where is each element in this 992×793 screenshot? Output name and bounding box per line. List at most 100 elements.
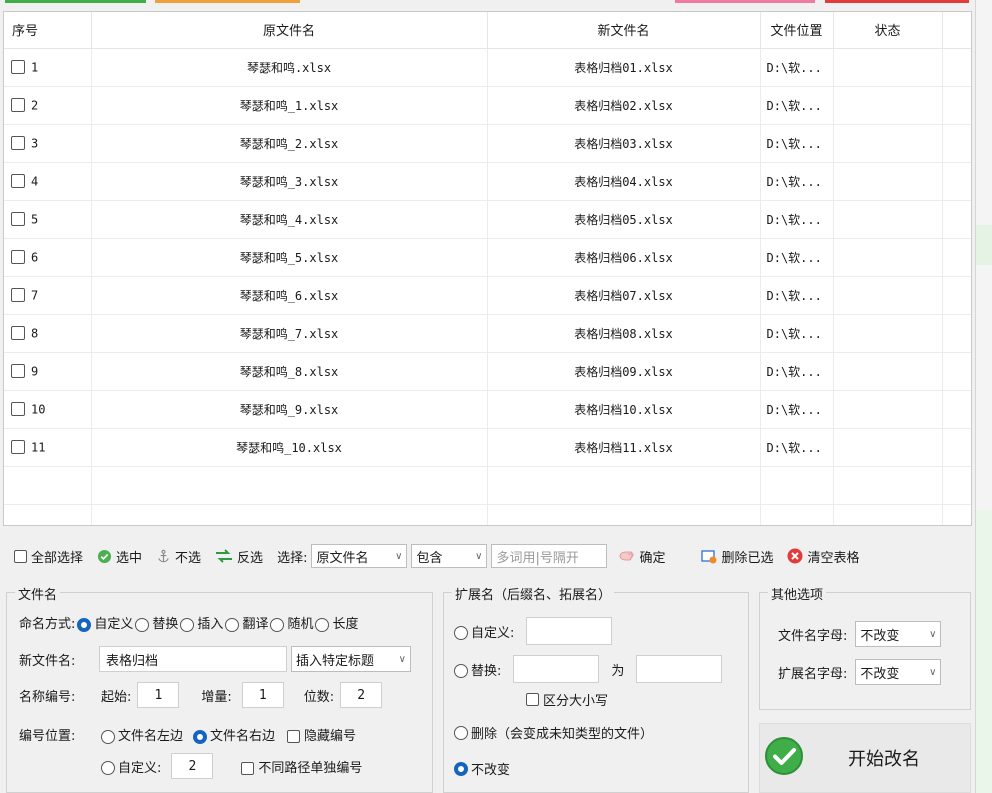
row-checkbox[interactable] — [11, 212, 25, 227]
row-index-cell[interactable]: 8 — [4, 314, 92, 353]
digits-input[interactable]: 2 — [340, 682, 383, 708]
insert-title-select[interactable]: 插入特定标题 ∨ — [291, 646, 411, 672]
row-checkbox[interactable] — [11, 174, 25, 189]
naming-mode-radio[interactable]: 长度 — [315, 617, 358, 632]
row-index: 3 — [31, 136, 39, 151]
ext-case-row: 扩展名字母: 不改变 ∨ — [778, 659, 942, 685]
clear-table-button[interactable]: 清空表格 — [787, 547, 860, 566]
row-index: 10 — [31, 402, 46, 417]
numbering-row: 名称编号: 起始: 1 增量: 1 位数: 2 — [19, 682, 383, 708]
status-cell — [833, 48, 943, 87]
case-sensitive-checkbox[interactable]: 区分大小写 — [526, 690, 608, 709]
delete-selected-button[interactable]: 删除已选 — [701, 547, 773, 566]
table-row[interactable]: 9 琴瑟和鸣_8.xlsx 表格归档09.xlsx D:\软... — [4, 352, 971, 391]
naming-mode-radio[interactable]: 插入 — [180, 617, 223, 632]
naming-mode-radio[interactable]: 翻译 — [225, 617, 268, 632]
row-index-cell[interactable]: 4 — [4, 162, 92, 201]
chevron-down-icon: ∨ — [395, 550, 403, 562]
check-circle-icon — [97, 549, 112, 564]
chevron-down-icon: ∨ — [475, 550, 483, 562]
ext-case-select[interactable]: 不改变 ∨ — [855, 659, 942, 685]
row-checkbox[interactable] — [11, 98, 25, 113]
table-row[interactable]: 10 琴瑟和鸣_9.xlsx 表格归档10.xlsx D:\软... — [4, 390, 971, 429]
table-row[interactable]: 7 琴瑟和鸣_6.xlsx 表格归档07.xlsx D:\软... — [4, 276, 971, 315]
ext-delete-radio[interactable]: 删除（会变成未知类型的文件） — [454, 723, 653, 742]
top-button-strip-pink[interactable] — [675, 0, 815, 3]
top-button-strip-green[interactable] — [5, 0, 146, 3]
table-row[interactable]: 5 琴瑟和鸣_4.xlsx 表格归档05.xlsx D:\软... — [4, 200, 971, 239]
row-checkbox[interactable] — [11, 402, 25, 417]
keyword-input[interactable]: 多词用|号隔开 — [491, 544, 608, 568]
row-checkbox[interactable] — [11, 326, 25, 341]
step-input[interactable]: 1 — [241, 682, 284, 708]
position-custom-input[interactable]: 2 — [171, 753, 214, 779]
hide-number-checkbox[interactable]: 隐藏编号 — [287, 725, 356, 744]
row-checkbox[interactable] — [11, 364, 25, 379]
naming-mode-radio[interactable]: 自定义 — [77, 617, 133, 632]
table-row[interactable]: 3 琴瑟和鸣_2.xlsx 表格归档03.xlsx D:\软... — [4, 124, 971, 163]
select-button[interactable]: 选中 — [97, 547, 142, 566]
select-all-checkbox[interactable]: 全部选择 — [14, 547, 83, 566]
row-checkbox[interactable] — [11, 288, 25, 303]
ext-custom-radio[interactable]: 自定义: — [454, 622, 514, 641]
table-row[interactable]: 2 琴瑟和鸣_1.xlsx 表格归档02.xlsx D:\软... — [4, 86, 971, 125]
table-row[interactable]: 6 琴瑟和鸣_5.xlsx 表格归档06.xlsx D:\软... — [4, 238, 971, 277]
row-index-cell[interactable]: 9 — [4, 352, 92, 391]
radio-circle — [454, 761, 468, 776]
column-header-status[interactable]: 状态 — [833, 12, 943, 49]
match-select[interactable]: 包含 ∨ — [411, 544, 488, 568]
row-index-cell[interactable]: 1 — [4, 48, 92, 87]
start-input[interactable]: 1 — [137, 682, 180, 708]
table-row[interactable]: 4 琴瑟和鸣_3.xlsx 表格归档04.xlsx D:\软... — [4, 162, 971, 201]
row-index-cell[interactable]: 7 — [4, 276, 92, 315]
location-cell: D:\软... — [760, 238, 834, 277]
original-name-cell: 琴瑟和鸣_7.xlsx — [91, 314, 488, 353]
row-index-cell[interactable]: 11 — [4, 428, 92, 467]
ext-replace-radio[interactable]: 替换: — [454, 660, 501, 679]
row-index-cell[interactable]: 2 — [4, 86, 92, 125]
ext-replace-from-input[interactable] — [513, 655, 600, 683]
separate-path-checkbox[interactable]: 不同路径单独编号 — [241, 757, 362, 776]
custom-position-row: 自定义: 2 不同路径单独编号 — [101, 753, 362, 779]
row-checkbox[interactable] — [11, 136, 25, 151]
column-header-location[interactable]: 文件位置 — [760, 12, 834, 49]
naming-mode-radio[interactable]: 替换 — [135, 617, 178, 632]
radio-circle — [135, 617, 150, 632]
original-name-cell: 琴瑟和鸣_5.xlsx — [91, 238, 488, 277]
naming-mode-radio[interactable]: 随机 — [270, 617, 313, 632]
column-header-blank — [942, 12, 971, 49]
naming-mode-row: 命名方式: 自定义 替换 插入 翻译 随机 长度 — [19, 613, 360, 632]
table-row[interactable]: 1 琴瑟和鸣.xlsx 表格归档01.xlsx D:\软... — [4, 48, 971, 87]
row-checkbox[interactable] — [11, 60, 25, 75]
table-row[interactable]: 11 琴瑟和鸣_10.xlsx 表格归档11.xlsx D:\软... — [4, 428, 971, 467]
filename-case-select[interactable]: 不改变 ∨ — [855, 621, 942, 647]
position-left-radio[interactable]: 文件名左边 — [101, 725, 183, 744]
row-index-cell[interactable]: 6 — [4, 238, 92, 277]
top-button-strip-red[interactable] — [825, 0, 969, 3]
confirm-button[interactable]: 确定 — [619, 547, 665, 566]
row-index-cell[interactable]: 3 — [4, 124, 92, 163]
ext-replace-to-input[interactable] — [636, 655, 723, 683]
invert-button[interactable]: 反选 — [215, 547, 263, 566]
ext-custom-input[interactable] — [526, 617, 613, 645]
position-custom-radio[interactable]: 自定义: — [101, 757, 161, 776]
row-index-cell[interactable]: 5 — [4, 200, 92, 239]
column-header-original-name[interactable]: 原文件名 — [91, 12, 488, 49]
row-checkbox[interactable] — [11, 250, 25, 265]
table-row[interactable]: 8 琴瑟和鸣_7.xlsx 表格归档08.xlsx D:\软... — [4, 314, 971, 353]
checkbox-box — [14, 549, 27, 563]
radio-circle — [454, 626, 468, 640]
start-rename-button[interactable]: 开始改名 — [759, 723, 971, 793]
naming-mode-label: 命名方式: — [19, 617, 76, 632]
ext-unchanged-radio[interactable]: 不改变 — [454, 759, 510, 778]
deselect-button[interactable]: 不选 — [156, 547, 201, 566]
column-header-index[interactable]: 序号 — [4, 12, 92, 49]
anchor-icon — [156, 549, 171, 564]
position-right-radio[interactable]: 文件名右边 — [193, 725, 275, 744]
column-header-new-name[interactable]: 新文件名 — [487, 12, 761, 49]
new-name-input[interactable]: 表格归档 — [99, 646, 287, 672]
top-button-strip-orange[interactable] — [155, 0, 300, 3]
field-select[interactable]: 原文件名 ∨ — [311, 544, 408, 568]
row-checkbox[interactable] — [11, 440, 25, 455]
row-index-cell[interactable]: 10 — [4, 390, 92, 429]
